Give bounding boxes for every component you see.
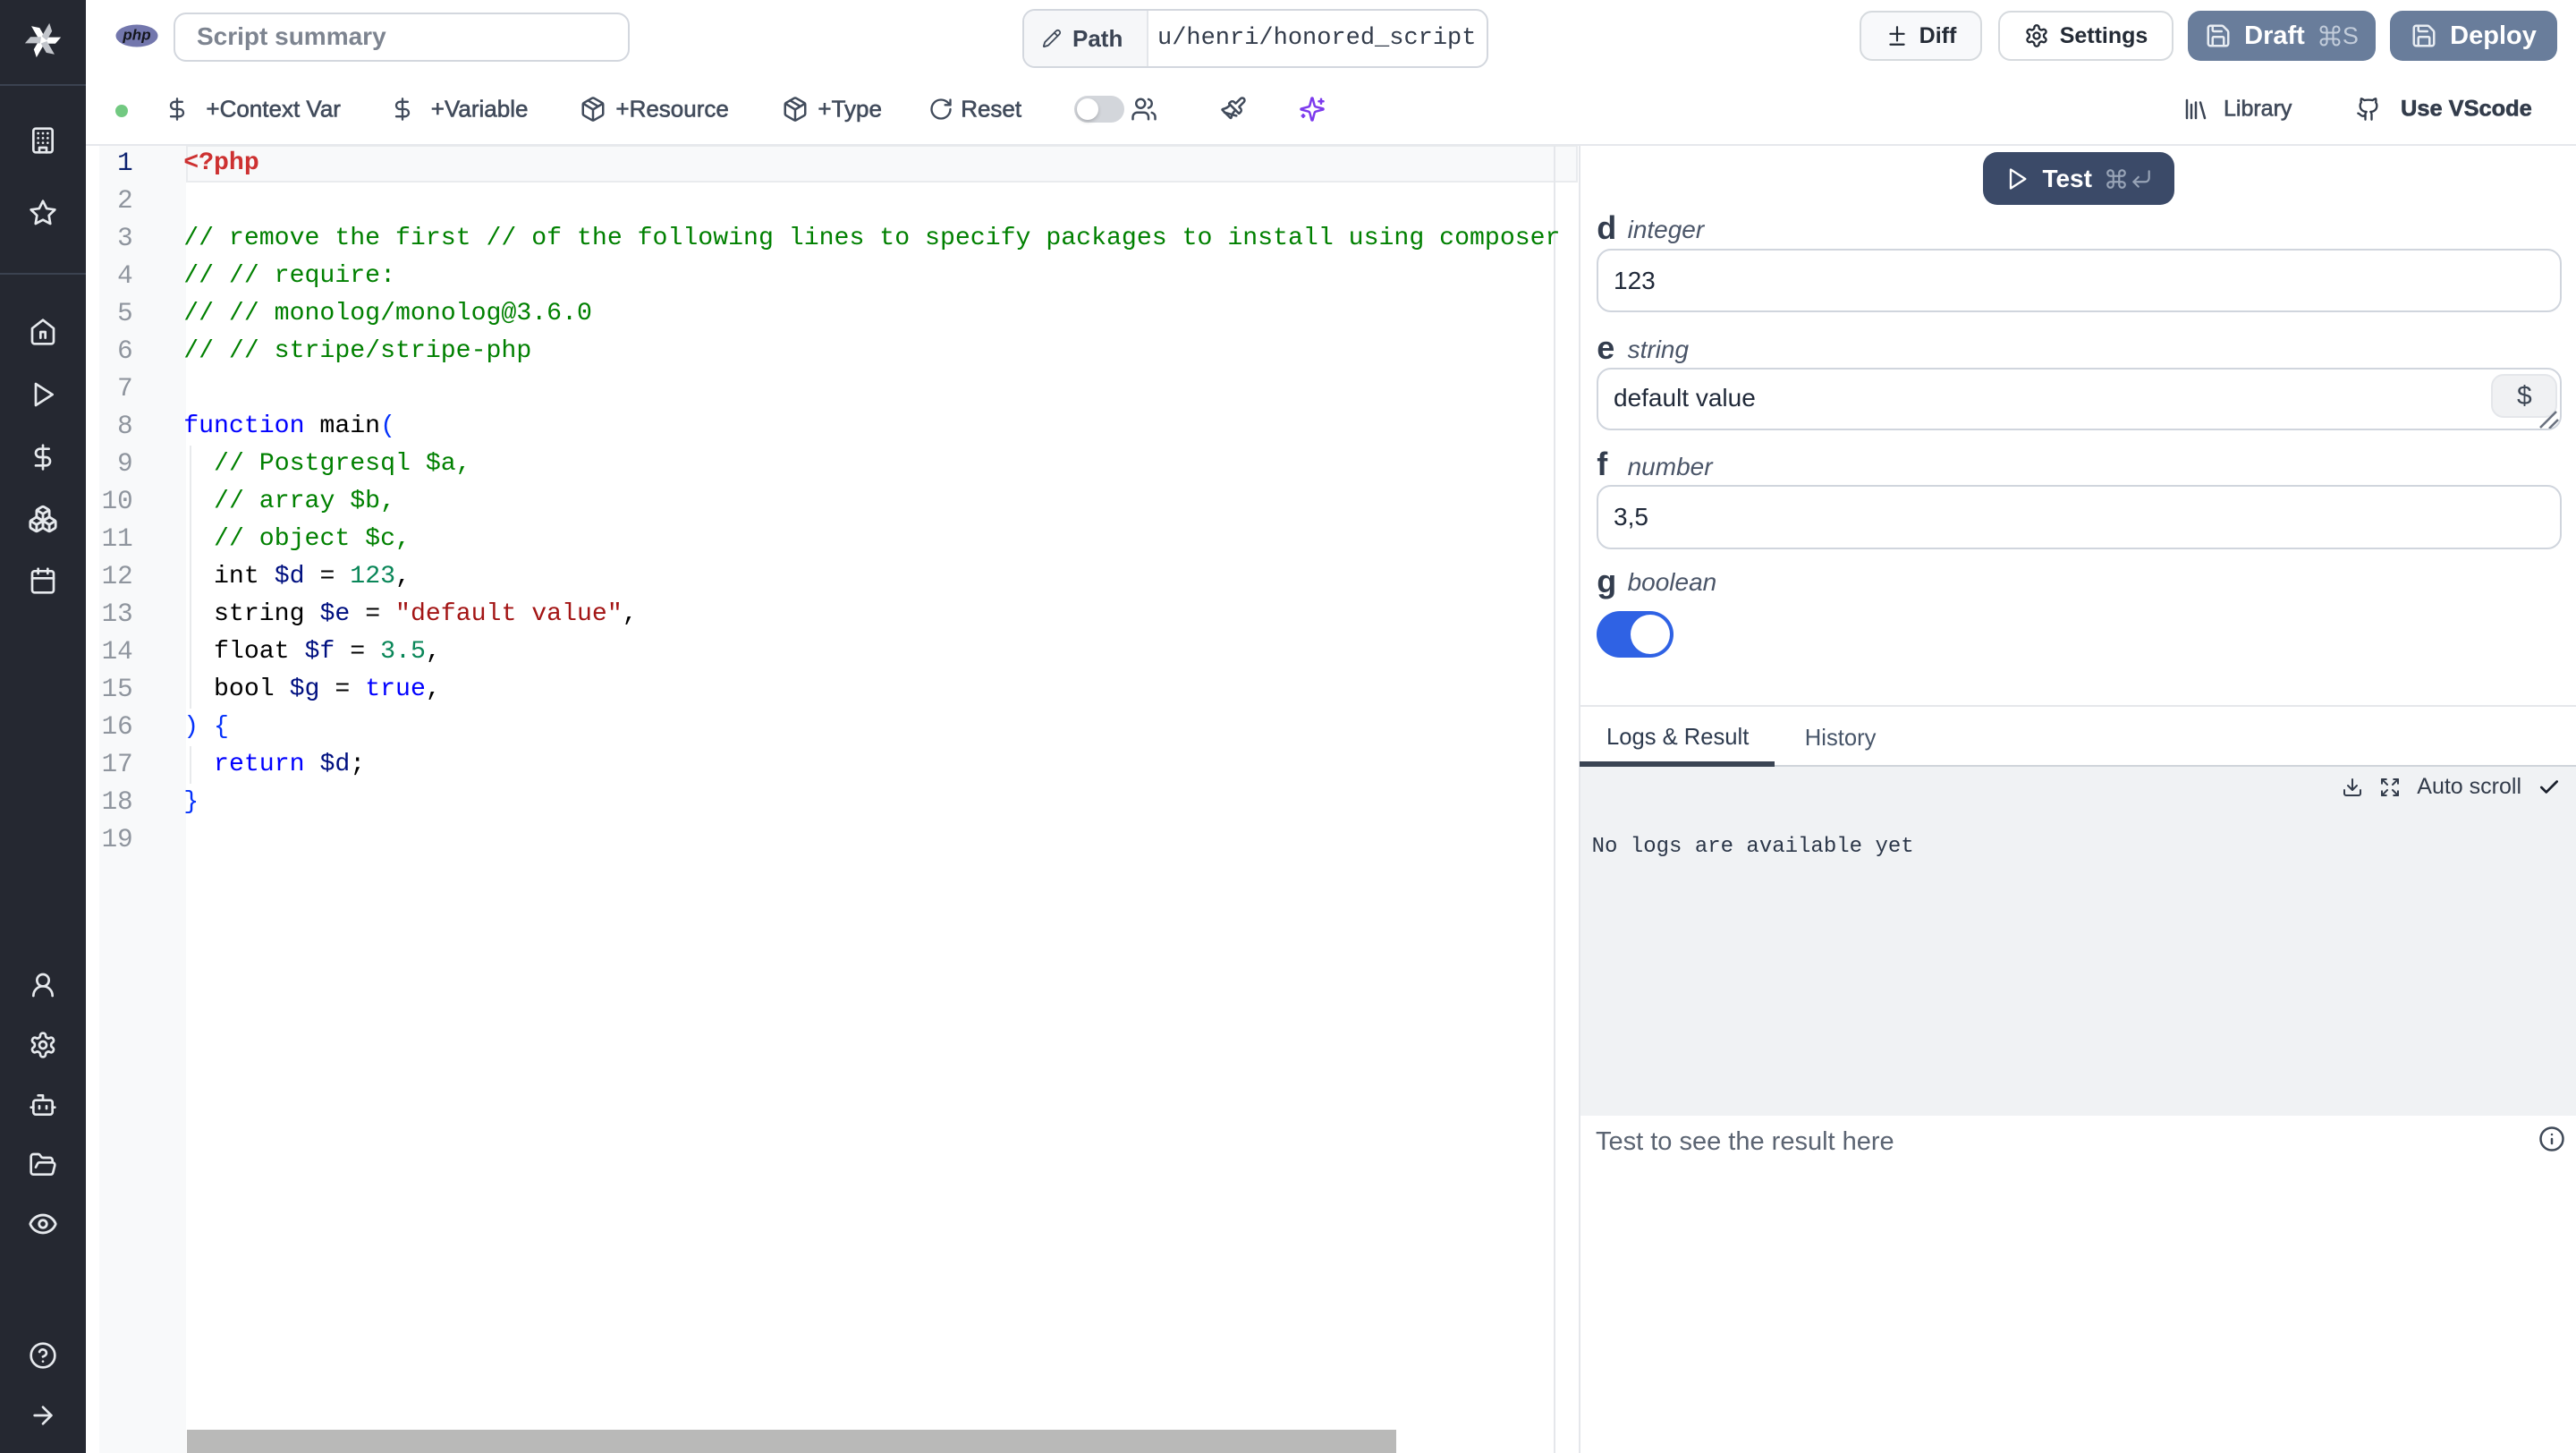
svg-text:php: php [122,27,150,44]
